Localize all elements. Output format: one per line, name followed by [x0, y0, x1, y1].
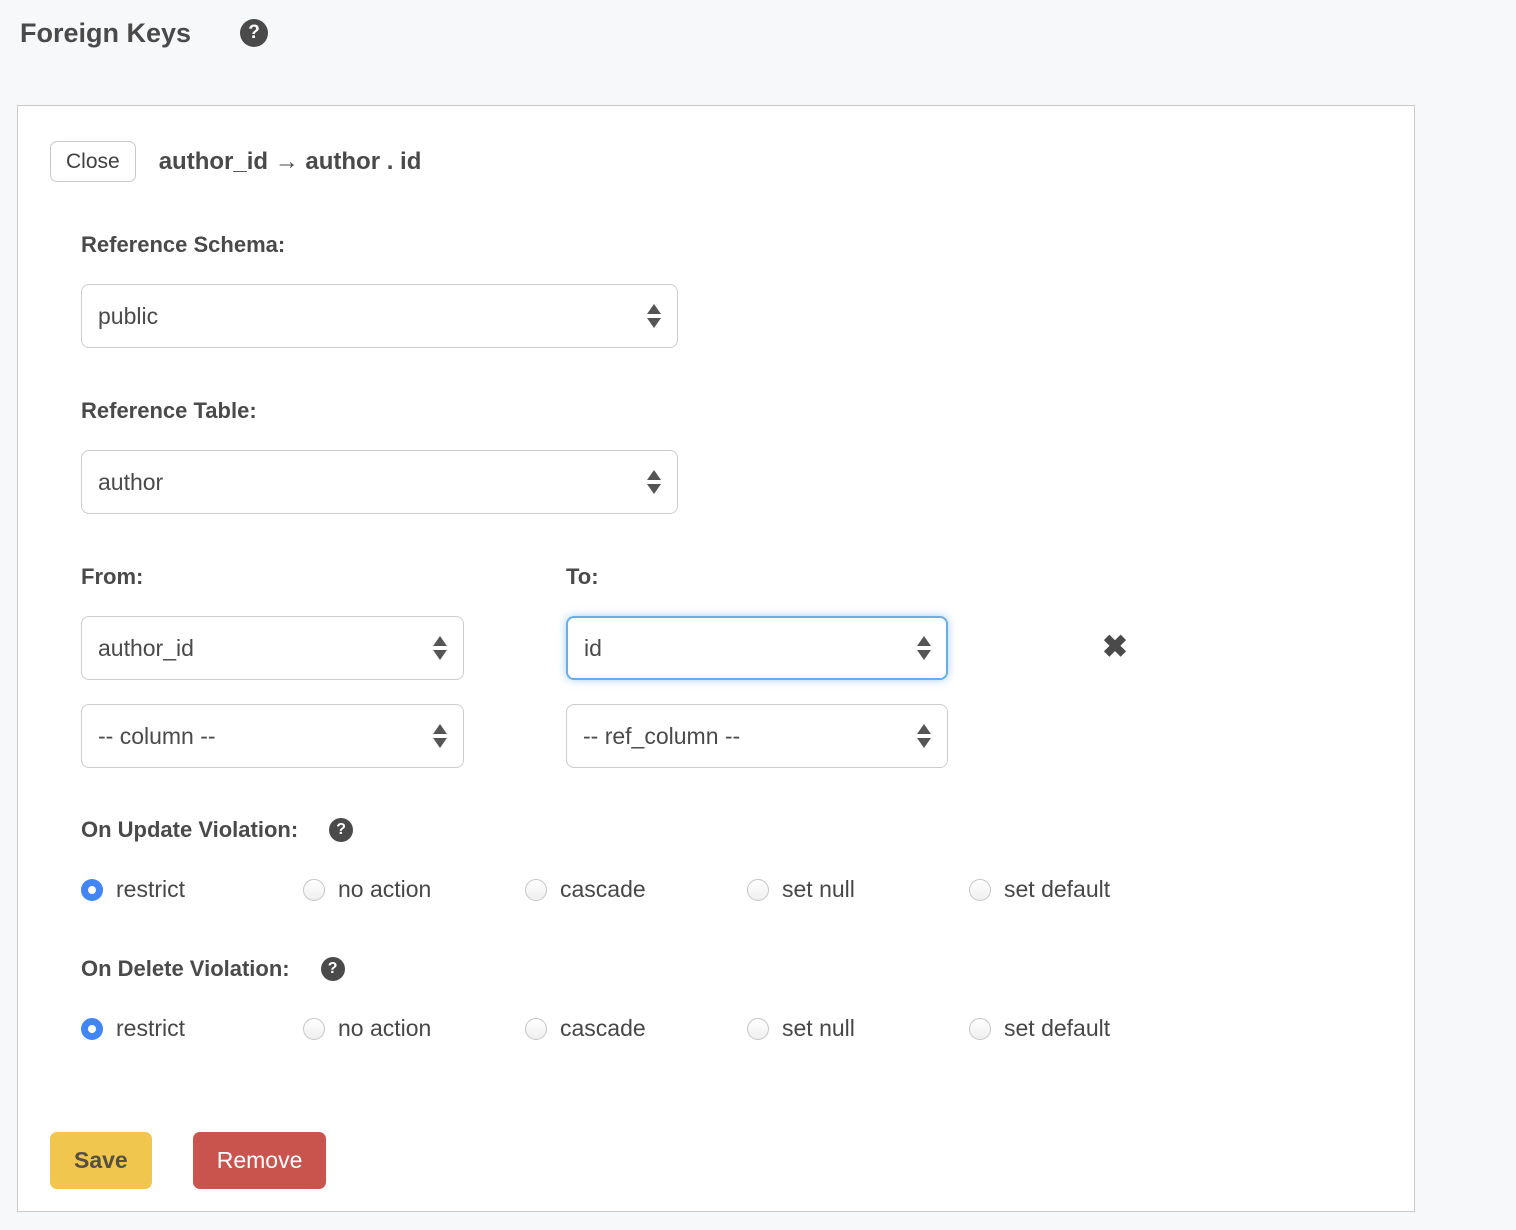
help-icon[interactable]: ? [240, 19, 268, 47]
from-label: From: [81, 563, 464, 591]
add-ref-column-select-wrap: -- ref_column -- [566, 704, 948, 768]
radio-delete-no-action[interactable]: no action [303, 1015, 525, 1042]
radio-icon[interactable] [969, 1018, 991, 1040]
radio-delete-cascade[interactable]: cascade [525, 1015, 747, 1042]
radio-icon[interactable] [303, 879, 325, 901]
help-icon[interactable]: ? [321, 957, 345, 981]
radio-icon[interactable] [525, 1018, 547, 1040]
reference-schema-select-wrap: public [81, 284, 678, 348]
radio-update-no-action[interactable]: no action [303, 876, 525, 903]
radio-update-cascade[interactable]: cascade [525, 876, 747, 903]
action-buttons: Save Remove [50, 1132, 1382, 1189]
from-column-select[interactable]: author_id [81, 616, 464, 680]
to-label: To: [566, 563, 948, 591]
from-column-select-wrap: author_id [81, 616, 464, 680]
remove-button[interactable]: Remove [193, 1132, 327, 1189]
on-update-violation-header: On Update Violation: ? [81, 816, 1382, 844]
radio-selected-icon[interactable] [81, 879, 103, 901]
help-icon[interactable]: ? [329, 818, 353, 842]
radio-selected-icon[interactable] [81, 1018, 103, 1040]
radio-icon[interactable] [525, 879, 547, 901]
radio-update-set-default[interactable]: set default [969, 876, 1110, 903]
radio-delete-restrict[interactable]: restrict [81, 1015, 303, 1042]
on-delete-radio-group: restrict no action cascade set null set … [81, 1015, 1382, 1042]
radio-update-set-null[interactable]: set null [747, 876, 969, 903]
foreign-key-editor-panel: Close author_id → author . id Reference … [17, 105, 1415, 1212]
radio-delete-set-default[interactable]: set default [969, 1015, 1110, 1042]
save-button[interactable]: Save [50, 1132, 152, 1189]
on-update-violation-label: On Update Violation: [81, 816, 298, 844]
foreign-key-form: Reference Schema: public Reference Table… [81, 231, 1382, 1042]
reference-schema-label: Reference Schema: [81, 231, 1382, 259]
reference-schema-select[interactable]: public [81, 284, 678, 348]
page-title: Foreign Keys [20, 18, 191, 48]
page-header: Foreign Keys ? [0, 0, 1516, 48]
close-button[interactable]: Close [50, 141, 136, 182]
add-column-select[interactable]: -- column -- [81, 704, 464, 768]
radio-icon[interactable] [303, 1018, 325, 1040]
reference-table-select-wrap: author [81, 450, 678, 514]
radio-icon[interactable] [747, 879, 769, 901]
remove-column-pair-icon[interactable]: ✖ [1102, 631, 1382, 662]
panel-header: Close author_id → author . id [50, 141, 1382, 182]
add-column-select-wrap: -- column -- [81, 704, 464, 768]
reference-table-label: Reference Table: [81, 397, 1382, 425]
to-column-select-wrap: id [566, 616, 948, 680]
on-delete-violation-label: On Delete Violation: [81, 955, 290, 983]
to-column-select[interactable]: id [566, 616, 948, 680]
reference-table-select[interactable]: author [81, 450, 678, 514]
radio-icon[interactable] [747, 1018, 769, 1040]
on-delete-violation-header: On Delete Violation: ? [81, 955, 1382, 983]
add-ref-column-select[interactable]: -- ref_column -- [566, 704, 948, 768]
radio-delete-set-null[interactable]: set null [747, 1015, 969, 1042]
from-to-grid: From: To: author_id id ✖ -- column -- [81, 563, 1382, 768]
on-update-radio-group: restrict no action cascade set null set … [81, 876, 1382, 903]
radio-update-restrict[interactable]: restrict [81, 876, 303, 903]
foreign-key-title: author_id → author . id [159, 148, 422, 176]
radio-icon[interactable] [969, 879, 991, 901]
